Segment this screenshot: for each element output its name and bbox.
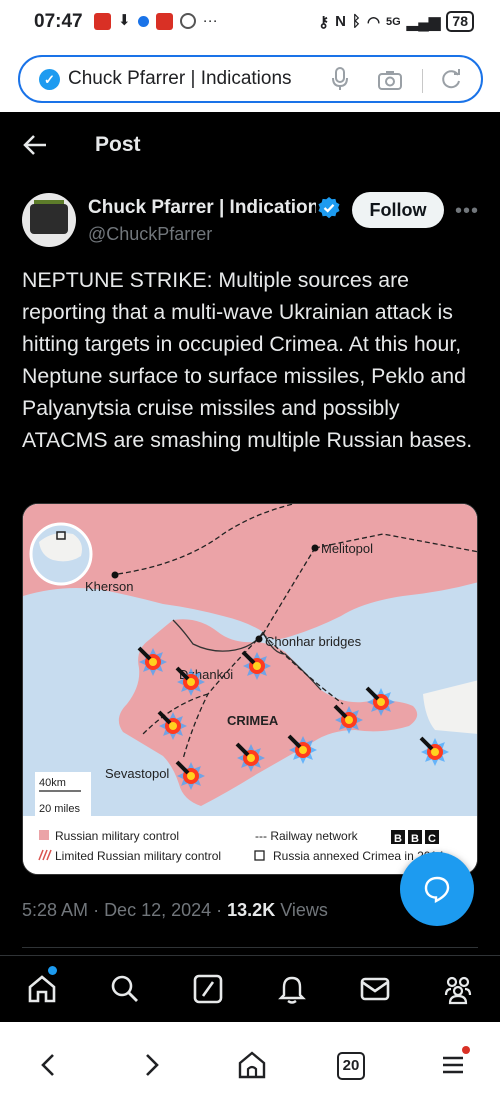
message-bubble-icon (424, 876, 450, 903)
bbc-logo: B B C (391, 830, 439, 845)
tab-switcher-button[interactable]: 20 (337, 1052, 365, 1080)
svg-text:B: B (394, 833, 402, 845)
status-time: 07:47 (34, 11, 83, 32)
microphone-icon[interactable] (332, 67, 348, 91)
download-icon: ⬇ (118, 12, 131, 29)
bluetooth-icon: ᛒ (351, 13, 361, 30)
verified-badge-icon (318, 197, 340, 219)
app-notification-icon (94, 12, 111, 30)
browser-forward-icon[interactable] (136, 1050, 166, 1080)
post-header: Post (0, 112, 500, 180)
wifi-icon: ◠ (366, 13, 381, 31)
crimea-map: Melitopol Kherson Chonhar bridges Dzhank… (23, 504, 477, 874)
scale-bar: 40km 20 miles (35, 772, 91, 816)
status-notification-icons: ⬇ ··· (94, 12, 218, 30)
grok-icon[interactable] (192, 973, 224, 1005)
key-icon: ⚷ (318, 13, 330, 31)
svg-text:40km: 40km (39, 777, 66, 789)
browser-back-icon[interactable] (34, 1050, 64, 1080)
search-icon[interactable] (109, 973, 141, 1005)
camera-icon[interactable] (378, 70, 402, 90)
svg-text:B: B (411, 833, 419, 845)
address-divider (422, 69, 423, 93)
status-bar: 07:47 ⬇ ··· ⚷ N ᛒ ◠ 5G ▂▄▆ 78 (0, 0, 500, 46)
svg-text:C: C (428, 833, 436, 845)
page-title: Post (95, 133, 141, 156)
explosion-marker (175, 760, 205, 790)
explosion-marker (333, 704, 363, 734)
map-label-kherson: Kherson (85, 579, 133, 594)
compose-message-button[interactable] (400, 852, 474, 926)
views-label: Views (280, 900, 328, 920)
nfc-icon: N (335, 13, 346, 30)
follow-button[interactable]: Follow (352, 192, 444, 228)
post-timestamp: 5:28 AM · Dec 12, 2024 · 13.2K Views (22, 900, 328, 920)
communities-icon[interactable] (442, 973, 474, 1005)
reload-icon[interactable] (440, 69, 462, 91)
map-label-sevastopol: Sevastopol (105, 766, 169, 781)
explosion-marker (157, 710, 187, 740)
legend-russian-control: Russian military control (55, 829, 179, 843)
post-date[interactable]: Dec 12, 2024 (104, 900, 211, 920)
map-label-melitopol: Melitopol (321, 541, 373, 556)
explosion-marker (137, 646, 167, 676)
avatar[interactable] (22, 193, 76, 247)
explosion-marker (419, 736, 449, 766)
more-notifications-icon: ··· (202, 12, 218, 29)
author-handle[interactable]: @ChuckPfarrer (88, 224, 212, 245)
explosion-marker (287, 734, 317, 764)
more-options-icon[interactable]: ••• (455, 200, 479, 223)
battery-icon: 78 (446, 11, 474, 32)
map-label-crimea: CRIMEA (227, 713, 279, 728)
address-bar-title: Chuck Pfarrer | Indications (68, 68, 292, 89)
author-name[interactable]: Chuck Pfarrer | Indications (88, 197, 316, 219)
legend-limited-control: Limited Russian military control (55, 849, 221, 863)
browser-bottom-bar (0, 1022, 500, 1111)
explosion-marker (235, 742, 265, 772)
browser-home-icon[interactable] (237, 1050, 267, 1080)
post-time[interactable]: 5:28 AM (22, 900, 88, 920)
explosion-marker (365, 686, 395, 716)
legend-railway: --- Railway network (255, 829, 359, 843)
menu-notification-dot (462, 1046, 470, 1054)
app-notification-icon (155, 12, 173, 30)
browser-top-bar: 07:47 ⬇ ··· ⚷ N ᛒ ◠ 5G ▂▄▆ 78 ✓ Chuck Pf… (0, 0, 500, 112)
bottom-navigation (0, 955, 500, 1021)
dot-icon (137, 15, 149, 27)
status-system-icons: ⚷ N ᛒ ◠ 5G ▂▄▆ 78 (318, 11, 474, 32)
notifications-icon[interactable] (276, 973, 308, 1005)
back-arrow-icon[interactable] (22, 132, 48, 158)
home-notification-dot (48, 966, 57, 975)
browser-menu-icon[interactable] (438, 1050, 468, 1080)
explosion-marker (175, 666, 205, 696)
globe-inset (29, 522, 93, 586)
svg-text:20 miles: 20 miles (39, 803, 80, 815)
divider (22, 947, 478, 948)
views-count: 13.2K (227, 900, 276, 920)
cell-signal-icon: ▂▄▆ (406, 13, 441, 31)
site-verified-icon: ✓ (39, 69, 60, 90)
explosion-marker (241, 650, 271, 680)
home-icon[interactable] (26, 973, 58, 1005)
map-label-chonhar: Chonhar bridges (265, 634, 362, 649)
signal-label: 5G (386, 15, 401, 28)
address-bar[interactable]: ✓ Chuck Pfarrer | Indications (18, 55, 483, 103)
messages-icon[interactable] (359, 973, 391, 1005)
circle-notification-icon (179, 13, 196, 29)
post-text: NEPTUNE STRIKE: Multiple sources are rep… (22, 268, 473, 452)
post-map-image[interactable]: Melitopol Kherson Chonhar bridges Dzhank… (22, 503, 478, 875)
